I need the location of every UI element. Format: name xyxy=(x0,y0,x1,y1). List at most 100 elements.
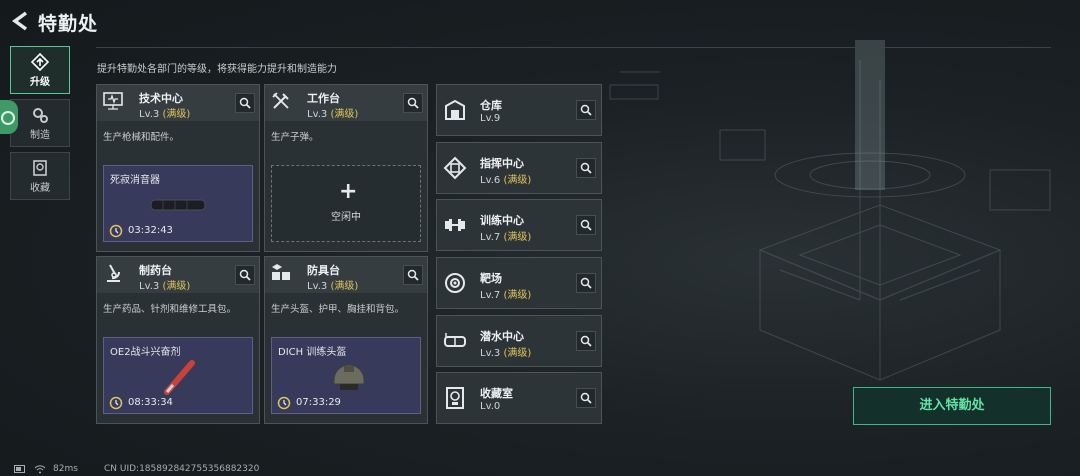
dept-row-collection-room[interactable]: 收藏室 Lv.0 xyxy=(436,372,602,424)
search-icon xyxy=(239,97,251,109)
dumbbell-icon xyxy=(445,219,465,231)
tab-upgrade[interactable]: 升级 xyxy=(10,46,70,94)
timer-icon xyxy=(109,396,123,410)
search-icon xyxy=(239,269,251,281)
tab-craft[interactable]: 制造 xyxy=(10,99,70,147)
inspect-button[interactable] xyxy=(576,100,596,120)
chip-icon xyxy=(443,156,467,180)
dept-row-diving[interactable]: 潜水中心 Lv.3 (满级) xyxy=(436,315,602,367)
search-icon xyxy=(580,277,592,289)
back-arrow-icon[interactable] xyxy=(10,10,32,32)
timer-icon xyxy=(277,396,291,410)
inspect-button[interactable] xyxy=(576,388,596,408)
max-level-badge: (满级) xyxy=(162,281,191,292)
production-timer: 07:33:29 xyxy=(296,397,341,408)
card-level: Lv.3 (满级) xyxy=(139,109,191,120)
card-title: 潜水中心 xyxy=(480,330,524,343)
card-level: Lv.0 xyxy=(480,401,501,412)
inspect-button[interactable] xyxy=(403,93,423,113)
dept-card-armor: 防具台 Lv.3 (满级) 生产头盔、护甲、胸挂和背包。 DICH 训练头盔 0… xyxy=(264,256,428,424)
dept-card-workbench: 工作台 Lv.3 (满级) 生产子弹。 + 空闲中 xyxy=(264,84,428,252)
card-level: Lv.3 (满级) xyxy=(139,281,191,292)
production-slot[interactable]: DICH 训练头盔 07:33:29 xyxy=(271,337,421,414)
goggles-icon xyxy=(444,333,466,347)
product-name: 死寂消音器 xyxy=(110,175,160,186)
tab-craft-label: 制造 xyxy=(30,130,50,141)
wifi-icon xyxy=(34,465,46,474)
max-level-badge: (满级) xyxy=(503,348,532,359)
production-timer: 03:32:43 xyxy=(128,225,173,236)
search-icon xyxy=(580,162,592,174)
max-level-badge: (满级) xyxy=(330,109,359,120)
card-title: 防具台 xyxy=(307,264,340,277)
card-description: 生产枪械和配件。 xyxy=(103,132,180,143)
dept-row-storage[interactable]: 仓库 Lv.9 xyxy=(436,84,602,136)
upgrade-icon xyxy=(31,53,49,71)
card-description: 生产药品、针剂和维修工具包。 xyxy=(103,304,237,315)
card-header: 工作台 Lv.3 (满级) xyxy=(265,85,427,121)
user-uid: CN UID:18589284275535688​2320 xyxy=(104,464,260,474)
production-slot[interactable]: 死寂消音器 03:32:43 xyxy=(103,165,253,242)
max-level-badge: (满级) xyxy=(330,281,359,292)
card-header: 防具台 Lv.3 (满级) xyxy=(265,257,427,293)
card-title: 技术中心 xyxy=(139,92,183,105)
inspect-button[interactable] xyxy=(576,273,596,293)
production-slot[interactable]: OE2战斗兴奋剂 08:33:34 xyxy=(103,337,253,414)
inspect-button[interactable] xyxy=(576,158,596,178)
inspect-button[interactable] xyxy=(576,331,596,351)
card-title: 训练中心 xyxy=(480,214,524,227)
card-level: Lv.3 (满级) xyxy=(480,348,532,359)
page-subtitle: 提升特勤处各部门的等级，将获得能力提升和制造能力 xyxy=(97,64,337,75)
stimulant-injector-image xyxy=(164,360,195,395)
monitor-icon xyxy=(103,92,123,110)
card-level: Lv.6 (满级) xyxy=(480,175,532,186)
card-title: 仓库 xyxy=(480,99,502,112)
warehouse-icon xyxy=(445,99,465,120)
microscope-icon xyxy=(107,264,121,282)
search-icon xyxy=(407,269,419,281)
tab-collection[interactable]: 收藏 xyxy=(10,152,70,200)
dept-row-command[interactable]: 指挥中心 Lv.6 (满级) xyxy=(436,142,602,194)
card-title: 指挥中心 xyxy=(480,157,524,170)
max-level-badge: (满级) xyxy=(503,232,532,243)
helmet-image xyxy=(333,364,365,390)
product-name: OE2战斗兴奋剂 xyxy=(110,347,181,358)
add-icon: + xyxy=(339,179,358,204)
card-description: 生产子弹。 xyxy=(271,132,319,143)
header-divider xyxy=(96,47,1051,48)
card-title: 收藏室 xyxy=(480,387,513,400)
timer-icon xyxy=(109,224,123,238)
inspect-button[interactable] xyxy=(235,93,255,113)
dept-row-training[interactable]: 训练中心 Lv.7 (满级) xyxy=(436,199,602,251)
tools-icon xyxy=(272,92,289,109)
idle-label: 空闲中 xyxy=(331,212,361,223)
inspect-button[interactable] xyxy=(403,265,423,285)
card-header: 技术中心 Lv.3 (满级) xyxy=(97,85,259,121)
search-icon xyxy=(407,97,419,109)
card-title: 工作台 xyxy=(307,92,340,105)
silencer-image xyxy=(150,199,206,211)
dept-row-range[interactable]: 靶场 Lv.7 (满级) xyxy=(436,257,602,309)
page-title: 特勤处 xyxy=(38,13,99,35)
search-icon xyxy=(580,392,592,404)
dept-card-tech-center: 技术中心 Lv.3 (满级) 生产枪械和配件。 死寂消音器 03:32:43 xyxy=(96,84,260,252)
card-title: 靶场 xyxy=(480,272,502,285)
search-icon xyxy=(580,219,592,231)
enter-facility-button[interactable]: 进入特勤处 xyxy=(853,387,1051,425)
tab-upgrade-label: 升级 xyxy=(30,77,50,88)
search-icon xyxy=(580,335,592,347)
trophy-icon xyxy=(446,387,464,409)
max-level-badge: (满级) xyxy=(503,175,532,186)
empty-production-slot[interactable]: + 空闲中 xyxy=(271,165,421,242)
card-description: 生产头盔、护甲、胸挂和背包。 xyxy=(271,304,405,315)
search-icon xyxy=(580,104,592,116)
tab-collection-label: 收藏 xyxy=(30,183,50,194)
card-level: Lv.9 xyxy=(480,113,501,124)
ping-readout: 82ms xyxy=(53,464,78,474)
inspect-button[interactable] xyxy=(235,265,255,285)
floating-assistant-button[interactable] xyxy=(0,100,18,134)
armor-boxes-icon xyxy=(272,264,290,280)
inspect-button[interactable] xyxy=(576,215,596,235)
max-level-badge: (满级) xyxy=(503,290,532,301)
gears-icon xyxy=(33,108,48,123)
